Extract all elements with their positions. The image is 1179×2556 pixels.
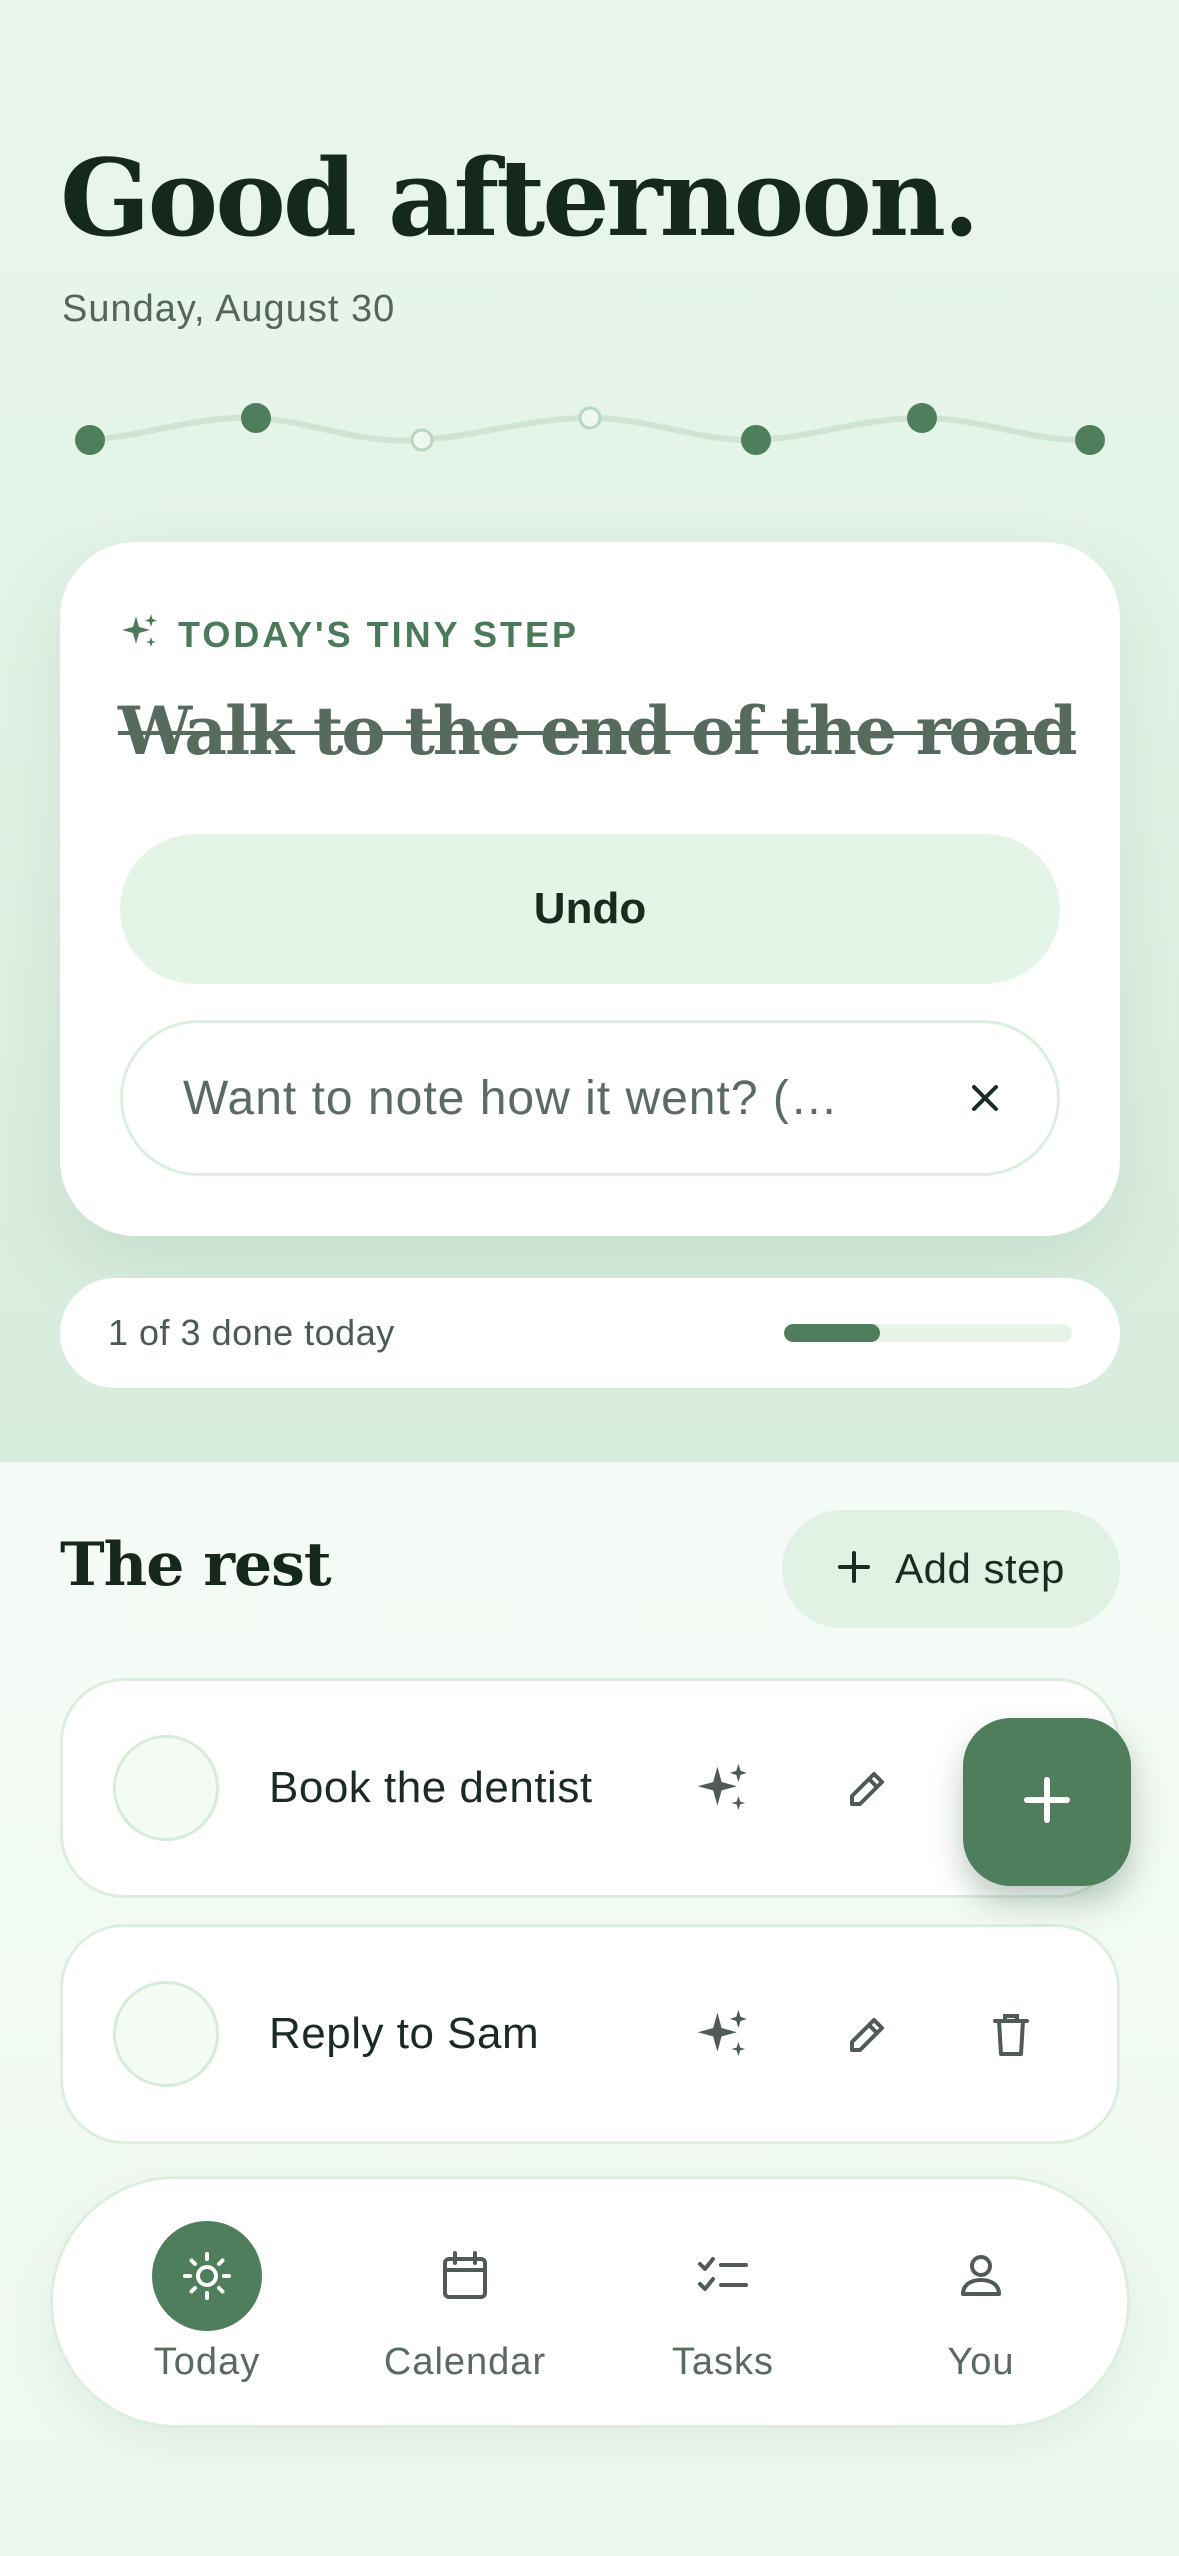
pencil-icon[interactable]: [837, 2005, 897, 2065]
progress-text: 1 of 3 done today: [108, 1312, 395, 1353]
daily-progress: 1 of 3 done today: [60, 1278, 1120, 1388]
tiny-step-header: TODAY'S TINY STEP: [120, 612, 579, 657]
date-label: Sunday, August 30: [62, 288, 396, 330]
add-task-fab[interactable]: [963, 1718, 1131, 1886]
plus-icon: [837, 1550, 871, 1589]
nav-label: Today: [153, 2341, 261, 2383]
progress-bar: [784, 1324, 1072, 1342]
sparkle-icon: [120, 612, 160, 657]
task-label: Reply to Sam: [269, 2009, 540, 2058]
streak-dot-done: [907, 403, 937, 433]
note-input[interactable]: Want to note how it went? (…: [120, 1020, 1060, 1176]
nav-item-calendar[interactable]: Calendar: [355, 2221, 575, 2401]
task-item[interactable]: Reply to Sam: [60, 1924, 1120, 2144]
person-icon: [926, 2221, 1036, 2331]
task-label: Book the dentist: [269, 1763, 593, 1812]
sparkle-icon[interactable]: [693, 2005, 753, 2065]
rest-section-title: The rest: [60, 1530, 332, 1600]
greeting-title: Good afternoon.: [60, 135, 980, 260]
nav-label: Calendar: [383, 2341, 547, 2383]
streak-dot-done: [741, 425, 771, 455]
task-checkbox[interactable]: [113, 1981, 219, 2087]
week-streak-indicator: [75, 403, 1105, 455]
tiny-step-card: TODAY'S TINY STEP Walk to the end of the…: [60, 542, 1120, 1236]
nav-label: You: [947, 2341, 1015, 2383]
sparkle-icon[interactable]: [693, 1759, 753, 1819]
calendar-icon: [410, 2221, 520, 2331]
streak-dot-done: [241, 403, 271, 433]
plus-icon: [1023, 1776, 1071, 1829]
undo-button[interactable]: Undo: [120, 834, 1060, 984]
nav-item-today[interactable]: Today: [97, 2221, 317, 2401]
nav-item-you[interactable]: You: [871, 2221, 1091, 2401]
task-item[interactable]: Book the dentist: [60, 1678, 1120, 1898]
note-placeholder[interactable]: Want to note how it went? (…: [183, 1071, 963, 1126]
tiny-step-label: TODAY'S TINY STEP: [178, 613, 579, 655]
add-step-label: Add step: [895, 1545, 1065, 1592]
nav-item-tasks[interactable]: Tasks: [613, 2221, 833, 2401]
progress-bar-fill: [784, 1324, 880, 1342]
nav-label: Tasks: [671, 2341, 775, 2383]
sun-icon: [152, 2221, 262, 2331]
bottom-navigation: Today Calendar Tasks You: [50, 2176, 1130, 2428]
task-checkbox[interactable]: [113, 1735, 219, 1841]
streak-dot-empty: [578, 406, 602, 430]
trash-icon[interactable]: [981, 2005, 1041, 2065]
add-step-button[interactable]: Add step: [782, 1510, 1120, 1628]
tiny-step-title: Walk to the end of the road: [118, 692, 1077, 770]
close-icon[interactable]: [963, 1076, 1007, 1120]
streak-dot-done: [1075, 425, 1105, 455]
streak-dot-done: [75, 425, 105, 455]
tasks-icon: [668, 2221, 778, 2331]
streak-dot-empty: [410, 428, 434, 452]
pencil-icon[interactable]: [837, 1759, 897, 1819]
